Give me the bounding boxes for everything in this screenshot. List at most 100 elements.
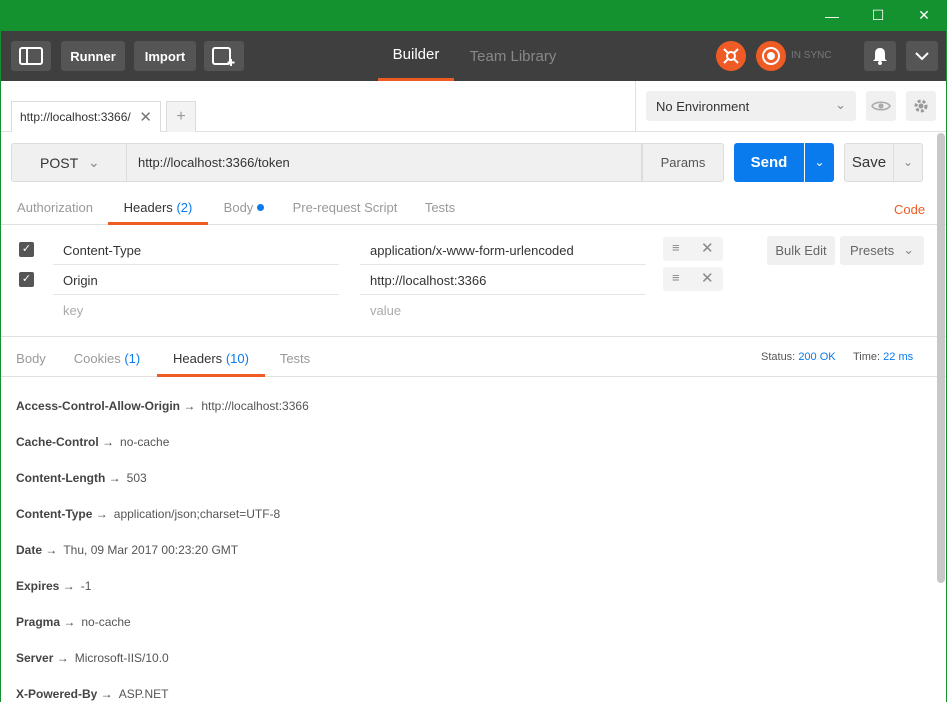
response-header-row: Pragma → no-cache: [16, 615, 131, 629]
chevron-down-icon: ⌄: [835, 97, 846, 112]
send-button[interactable]: Send: [734, 143, 804, 182]
close-tab-icon[interactable]: ✕: [139, 108, 152, 126]
new-header-value-field[interactable]: value: [360, 295, 646, 325]
response-header-value: no-cache: [120, 435, 170, 449]
header-key-field[interactable]: Origin: [53, 265, 339, 295]
response-header-key: Content-Length →: [16, 471, 121, 485]
presets-dropdown[interactable]: Presets ⌄: [840, 236, 924, 265]
body-indicator-dot: [257, 204, 265, 211]
request-tabs: Authorization Headers (2) Body Pre-reque…: [1, 190, 946, 225]
environment-quick-look-button[interactable]: [866, 91, 896, 121]
response-tab-headers-count: (10): [225, 351, 249, 366]
response-header-key: Server →: [16, 651, 69, 665]
response-tab-cookies[interactable]: Cookies (1): [73, 337, 141, 377]
presets-label: Presets: [850, 243, 895, 258]
tab-body-label: Body: [223, 200, 254, 215]
response-status: Status: 200 OK: [761, 351, 836, 363]
header-value-field[interactable]: http://localhost:3366: [360, 265, 646, 295]
gear-icon: [914, 99, 928, 113]
response-tab-tests[interactable]: Tests: [278, 337, 312, 377]
response-tab-headers[interactable]: Headers (10): [157, 337, 265, 377]
response-header-value: Thu, 09 Mar 2017 00:23:20 GMT: [63, 543, 239, 557]
response-header-row: Expires → -1: [16, 579, 91, 593]
chevron-down-icon: [915, 52, 929, 61]
tab-pre-request-script[interactable]: Pre-request Script: [290, 190, 400, 225]
response-header-key: Cache-Control →: [16, 435, 115, 449]
sidebar-toggle-icon: [19, 47, 43, 65]
time-value: 22 ms: [883, 351, 914, 363]
sync-button[interactable]: [756, 41, 786, 71]
maximize-button[interactable]: ☐: [855, 0, 901, 31]
method-select[interactable]: POST ⌄: [11, 143, 127, 182]
eye-icon: [871, 101, 891, 111]
response-header-key: Expires →: [16, 579, 75, 593]
tab-body[interactable]: Body: [219, 190, 269, 225]
save-options-button[interactable]: ⌄: [894, 143, 923, 182]
tab-builder[interactable]: Builder: [378, 31, 454, 81]
environment-select[interactable]: No Environment ⌄: [646, 91, 856, 121]
minimize-button[interactable]: —: [809, 0, 855, 31]
response-header-value: -1: [80, 579, 92, 593]
response-header-value: ASP.NET: [118, 687, 169, 701]
new-header-key-field[interactable]: key: [53, 295, 339, 325]
header-value-field[interactable]: application/x-www-form-urlencoded: [360, 235, 646, 265]
response-header-key: Date →: [16, 543, 58, 557]
tab-authorization[interactable]: Authorization: [15, 190, 95, 225]
response-header-value: Microsoft-IIS/10.0: [74, 651, 169, 665]
request-tab-bar: http://localhost:3366/ ✕ +: [1, 81, 635, 132]
response-time: Time: 22 ms: [853, 351, 913, 363]
response-header-value: application/json;charset=UTF-8: [113, 507, 281, 521]
delete-header-icon[interactable]: ✕: [701, 269, 714, 287]
tab-headers-count: (2): [176, 200, 193, 215]
window-titlebar: — ☐ ✕: [0, 0, 947, 31]
header-row-actions: ≡ ✕: [663, 267, 723, 291]
header-enabled-checkbox[interactable]: ✓: [19, 242, 34, 257]
save-button[interactable]: Save: [844, 143, 894, 182]
url-input[interactable]: [127, 143, 642, 182]
manage-environments-button[interactable]: [906, 91, 936, 121]
add-tab-button[interactable]: +: [166, 101, 196, 132]
satellite-icon: [723, 48, 739, 64]
bulk-edit-button[interactable]: Bulk Edit: [767, 236, 835, 265]
header-enabled-checkbox[interactable]: ✓: [19, 272, 34, 287]
vertical-scrollbar[interactable]: [937, 133, 945, 583]
response-tab-cookies-label: Cookies: [73, 351, 121, 366]
drag-handle-icon[interactable]: ≡: [672, 240, 680, 255]
header-row-actions: ≡ ✕: [663, 237, 723, 261]
response-header-key: Pragma →: [16, 615, 76, 629]
response-header-row: Date → Thu, 09 Mar 2017 00:23:20 GMT: [16, 543, 238, 557]
response-header-value: no-cache: [81, 615, 131, 629]
response-tab-body[interactable]: Body: [15, 337, 47, 377]
new-window-icon: [212, 47, 235, 66]
sync-icon: [762, 47, 780, 65]
settings-menu-button[interactable]: [906, 41, 938, 71]
response-header-row: Access-Control-Allow-Origin → http://loca…: [16, 399, 309, 413]
response-header-key: Access-Control-Allow-Origin →: [16, 399, 196, 413]
tab-team-library[interactable]: Team Library: [463, 31, 563, 81]
close-window-button[interactable]: ✕: [901, 0, 947, 31]
chevron-down-icon: ⌄: [903, 242, 914, 257]
notifications-button[interactable]: [864, 41, 896, 71]
runner-button[interactable]: Runner: [61, 41, 125, 71]
tab-tests[interactable]: Tests: [420, 190, 460, 225]
response-header-value: 503: [126, 471, 147, 485]
header-row: ✓ Origin http://localhost:3366 ≡ ✕: [1, 265, 946, 295]
interceptor-button[interactable]: [716, 41, 746, 71]
request-tab-title: http://localhost:3366/: [20, 110, 131, 124]
response-header-key: X-Powered-By →: [16, 687, 113, 701]
import-button[interactable]: Import: [134, 41, 196, 71]
response-header-key: Content-Type →: [16, 507, 108, 521]
header-key-field[interactable]: Content-Type: [53, 235, 339, 265]
request-tab[interactable]: http://localhost:3366/ ✕: [11, 101, 161, 132]
send-options-button[interactable]: ⌄: [805, 143, 834, 182]
delete-header-icon[interactable]: ✕: [701, 239, 714, 257]
new-window-button[interactable]: [204, 41, 244, 71]
response-tab-headers-label: Headers: [173, 351, 223, 366]
sidebar-toggle-button[interactable]: [11, 41, 51, 71]
generate-code-link[interactable]: Code: [894, 202, 925, 217]
tab-headers[interactable]: Headers (2): [108, 190, 208, 225]
bell-icon: [873, 48, 887, 65]
params-button[interactable]: Params: [642, 143, 724, 182]
drag-handle-icon[interactable]: ≡: [672, 270, 680, 285]
tab-headers-label: Headers: [123, 200, 173, 215]
